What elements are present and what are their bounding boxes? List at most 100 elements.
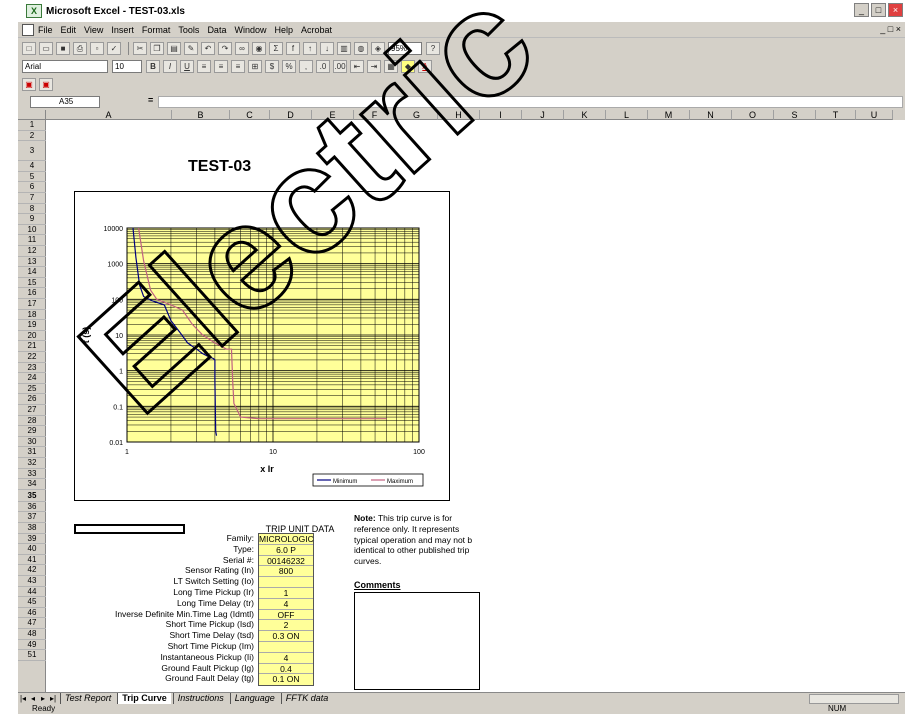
save-icon[interactable]: ■: [56, 41, 70, 55]
next-sheet-icon[interactable]: ▸: [38, 694, 48, 703]
column-header-f[interactable]: F: [354, 110, 396, 120]
format-painter-icon[interactable]: ✎: [184, 41, 198, 55]
row-header-51[interactable]: 51: [18, 650, 46, 661]
row-header-45[interactable]: 45: [18, 597, 46, 608]
help-icon[interactable]: ?: [426, 41, 440, 55]
undo-icon[interactable]: ↶: [201, 41, 215, 55]
tab-language[interactable]: Language: [229, 693, 279, 704]
align-right-icon[interactable]: ≡: [231, 59, 245, 73]
row-header-19[interactable]: 19: [18, 320, 46, 331]
row-header-39[interactable]: 39: [18, 534, 46, 545]
prev-sheet-icon[interactable]: ◂: [28, 694, 38, 703]
row-header-16[interactable]: 16: [18, 288, 46, 299]
maximize-button[interactable]: □: [871, 3, 886, 17]
column-header-d[interactable]: D: [270, 110, 312, 120]
row-header-49[interactable]: 49: [18, 640, 46, 651]
font-select[interactable]: Arial: [22, 59, 108, 73]
trip-unit-value[interactable]: [259, 642, 313, 653]
map-icon[interactable]: ◍: [354, 41, 368, 55]
increase-decimal-icon[interactable]: .0: [316, 59, 330, 73]
row-header-27[interactable]: 27: [18, 405, 46, 416]
trip-unit-value[interactable]: 0.4: [259, 664, 313, 675]
column-header-s[interactable]: S: [774, 110, 816, 120]
row-header-31[interactable]: 31: [18, 447, 46, 458]
align-left-icon[interactable]: ≡: [197, 59, 211, 73]
trip-unit-value[interactable]: 6.0 P: [259, 545, 313, 556]
function-icon[interactable]: f: [286, 41, 300, 55]
row-header-40[interactable]: 40: [18, 544, 46, 555]
row-header-28[interactable]: 28: [18, 416, 46, 427]
column-header-b[interactable]: B: [172, 110, 230, 120]
trip-unit-value[interactable]: MICROLOGIC: [259, 534, 314, 545]
menu-file[interactable]: File: [38, 25, 53, 35]
row-header-2[interactable]: 2: [18, 131, 46, 142]
trip-unit-value[interactable]: 0.3 ON: [259, 631, 313, 642]
row-header-35[interactable]: 35: [18, 490, 46, 502]
comma-icon[interactable]: ,: [299, 59, 313, 73]
currency-icon[interactable]: $: [265, 59, 279, 73]
row-header-24[interactable]: 24: [18, 373, 46, 384]
decrease-decimal-icon[interactable]: .00: [333, 59, 347, 73]
cut-icon[interactable]: ✂: [133, 41, 147, 55]
row-header-21[interactable]: 21: [18, 341, 46, 352]
bold-icon[interactable]: B: [146, 59, 160, 73]
copy-icon[interactable]: ❐: [150, 41, 164, 55]
row-header-18[interactable]: 18: [18, 310, 46, 321]
column-header-m[interactable]: M: [648, 110, 690, 120]
row-header-10[interactable]: 10: [18, 225, 46, 236]
row-header-13[interactable]: 13: [18, 257, 46, 268]
borders-icon[interactable]: ▦: [384, 59, 398, 73]
menu-edit[interactable]: Edit: [61, 25, 77, 35]
menu-view[interactable]: View: [84, 25, 103, 35]
autosum-icon[interactable]: Σ: [269, 41, 283, 55]
print-icon[interactable]: ⎙: [73, 41, 87, 55]
column-header-i[interactable]: I: [480, 110, 522, 120]
pdf-convert-icon[interactable]: ▣: [22, 77, 36, 91]
column-header-a[interactable]: A: [46, 110, 172, 120]
first-sheet-icon[interactable]: |◂: [18, 694, 28, 703]
horizontal-scrollbar[interactable]: [809, 694, 899, 704]
trip-unit-value[interactable]: 4: [259, 653, 313, 664]
trip-unit-value[interactable]: OFF: [259, 610, 313, 621]
menu-data[interactable]: Data: [207, 25, 226, 35]
row-header-37[interactable]: 37: [18, 512, 46, 523]
row-header-30[interactable]: 30: [18, 437, 46, 448]
column-header-h[interactable]: H: [438, 110, 480, 120]
row-header-17[interactable]: 17: [18, 299, 46, 310]
workbook-window-controls[interactable]: _ □ ×: [880, 24, 901, 34]
row-header-9[interactable]: 9: [18, 214, 46, 225]
row-header-47[interactable]: 47: [18, 618, 46, 629]
menu-window[interactable]: Window: [234, 25, 266, 35]
row-header-3[interactable]: 3: [18, 141, 46, 162]
row-header-6[interactable]: 6: [18, 182, 46, 193]
drawing-icon[interactable]: ◈: [371, 41, 385, 55]
row-header-33[interactable]: 33: [18, 469, 46, 480]
row-header-43[interactable]: 43: [18, 576, 46, 587]
comments-box[interactable]: [354, 592, 480, 690]
minimize-button[interactable]: _: [854, 3, 869, 17]
row-header-26[interactable]: 26: [18, 394, 46, 405]
align-center-icon[interactable]: ≡: [214, 59, 228, 73]
underline-icon[interactable]: U: [180, 59, 194, 73]
font-size-select[interactable]: 10: [112, 59, 142, 73]
redo-icon[interactable]: ↷: [218, 41, 232, 55]
row-header-20[interactable]: 20: [18, 331, 46, 342]
spelling-icon[interactable]: ✓: [107, 41, 121, 55]
row-header-36[interactable]: 36: [18, 502, 46, 513]
row-header-23[interactable]: 23: [18, 363, 46, 374]
row-header-11[interactable]: 11: [18, 235, 46, 246]
percent-icon[interactable]: %: [282, 59, 296, 73]
merge-center-icon[interactable]: ⊞: [248, 59, 262, 73]
row-header-1[interactable]: 1: [18, 120, 46, 131]
row-header-12[interactable]: 12: [18, 246, 46, 257]
trip-unit-value[interactable]: 00146232: [259, 556, 313, 567]
column-header-e[interactable]: E: [312, 110, 354, 120]
column-header-o[interactable]: O: [732, 110, 774, 120]
trip-unit-value[interactable]: 800: [259, 566, 313, 578]
paste-icon[interactable]: ▤: [167, 41, 181, 55]
row-header-34[interactable]: 34: [18, 479, 46, 490]
web-icon[interactable]: ◉: [252, 41, 266, 55]
chart-wizard-icon[interactable]: ▥: [337, 41, 351, 55]
trip-unit-value[interactable]: 4: [259, 599, 313, 610]
column-header-u[interactable]: U: [856, 110, 893, 120]
